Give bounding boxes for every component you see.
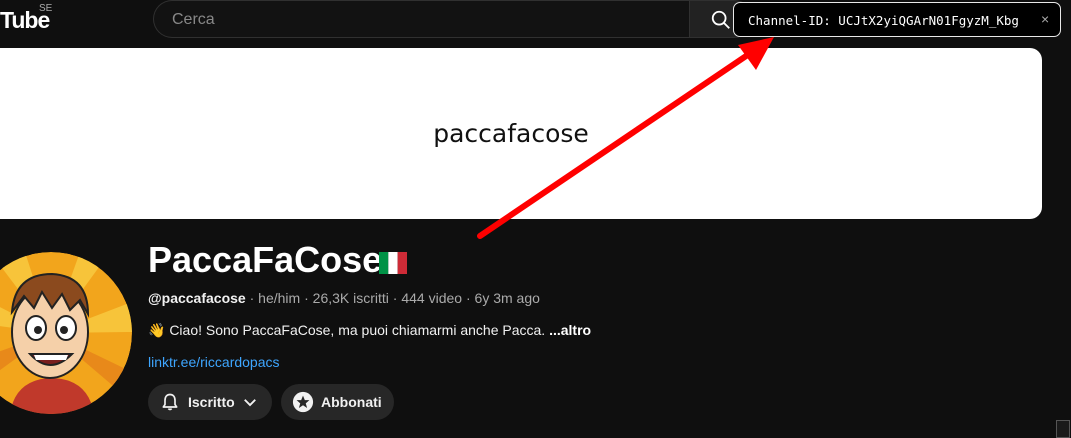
description-text: 👋 Ciao! Sono PaccaFaCose, ma puoi chiama… [148, 322, 550, 338]
logo-country-code: SE [39, 3, 53, 14]
channel-avatar[interactable] [0, 252, 132, 414]
channel-age: 6y 3m ago [474, 290, 540, 306]
channel-id-text: Channel-ID: UCJtX2yiQGArN01FgyzM_Kbg [748, 13, 1019, 28]
close-icon[interactable]: × [1041, 11, 1049, 27]
cartoon-face-icon [0, 252, 132, 414]
channel-pronouns: he/him [258, 290, 301, 306]
search-input[interactable] [170, 1, 674, 39]
channel-name: PaccaFaCose [148, 239, 383, 280]
channel-meta: @paccafacose · he/him · 26,3K iscritti ·… [148, 290, 540, 306]
channel-handle[interactable]: @paccafacose [148, 290, 246, 306]
italy-flag-icon [379, 252, 407, 274]
meta-separator: · [388, 290, 402, 306]
subscriber-count: 26,3K iscritti [312, 290, 389, 306]
channel-external-link[interactable]: linktr.ee/riccardopacs [148, 354, 280, 370]
bell-icon [162, 393, 178, 411]
search-icon [711, 10, 730, 29]
star-badge-icon [292, 391, 314, 413]
join-button[interactable]: Abbonati [281, 384, 394, 420]
banner-text: paccafacose [433, 119, 589, 148]
description-more-link[interactable]: ...altro [549, 322, 591, 338]
chevron-down-icon [244, 399, 256, 407]
meta-separator: · [300, 290, 313, 306]
subscribed-label: Iscritto [188, 394, 235, 410]
channel-description[interactable]: 👋 Ciao! Sono PaccaFaCose, ma puoi chiama… [148, 322, 591, 339]
search-box [153, 0, 689, 39]
meta-separator: · [462, 290, 475, 306]
meta-separator: · [245, 290, 259, 306]
channel-id-tooltip: Channel-ID: UCJtX2yiQGArN01FgyzM_Kbg × [733, 2, 1061, 37]
subscribed-button[interactable]: Iscritto [148, 384, 272, 420]
join-label: Abbonati [321, 394, 382, 410]
scrollbar-corner [1056, 420, 1070, 438]
video-count: 444 video [401, 290, 463, 306]
channel-banner: paccafacose [0, 48, 1042, 219]
